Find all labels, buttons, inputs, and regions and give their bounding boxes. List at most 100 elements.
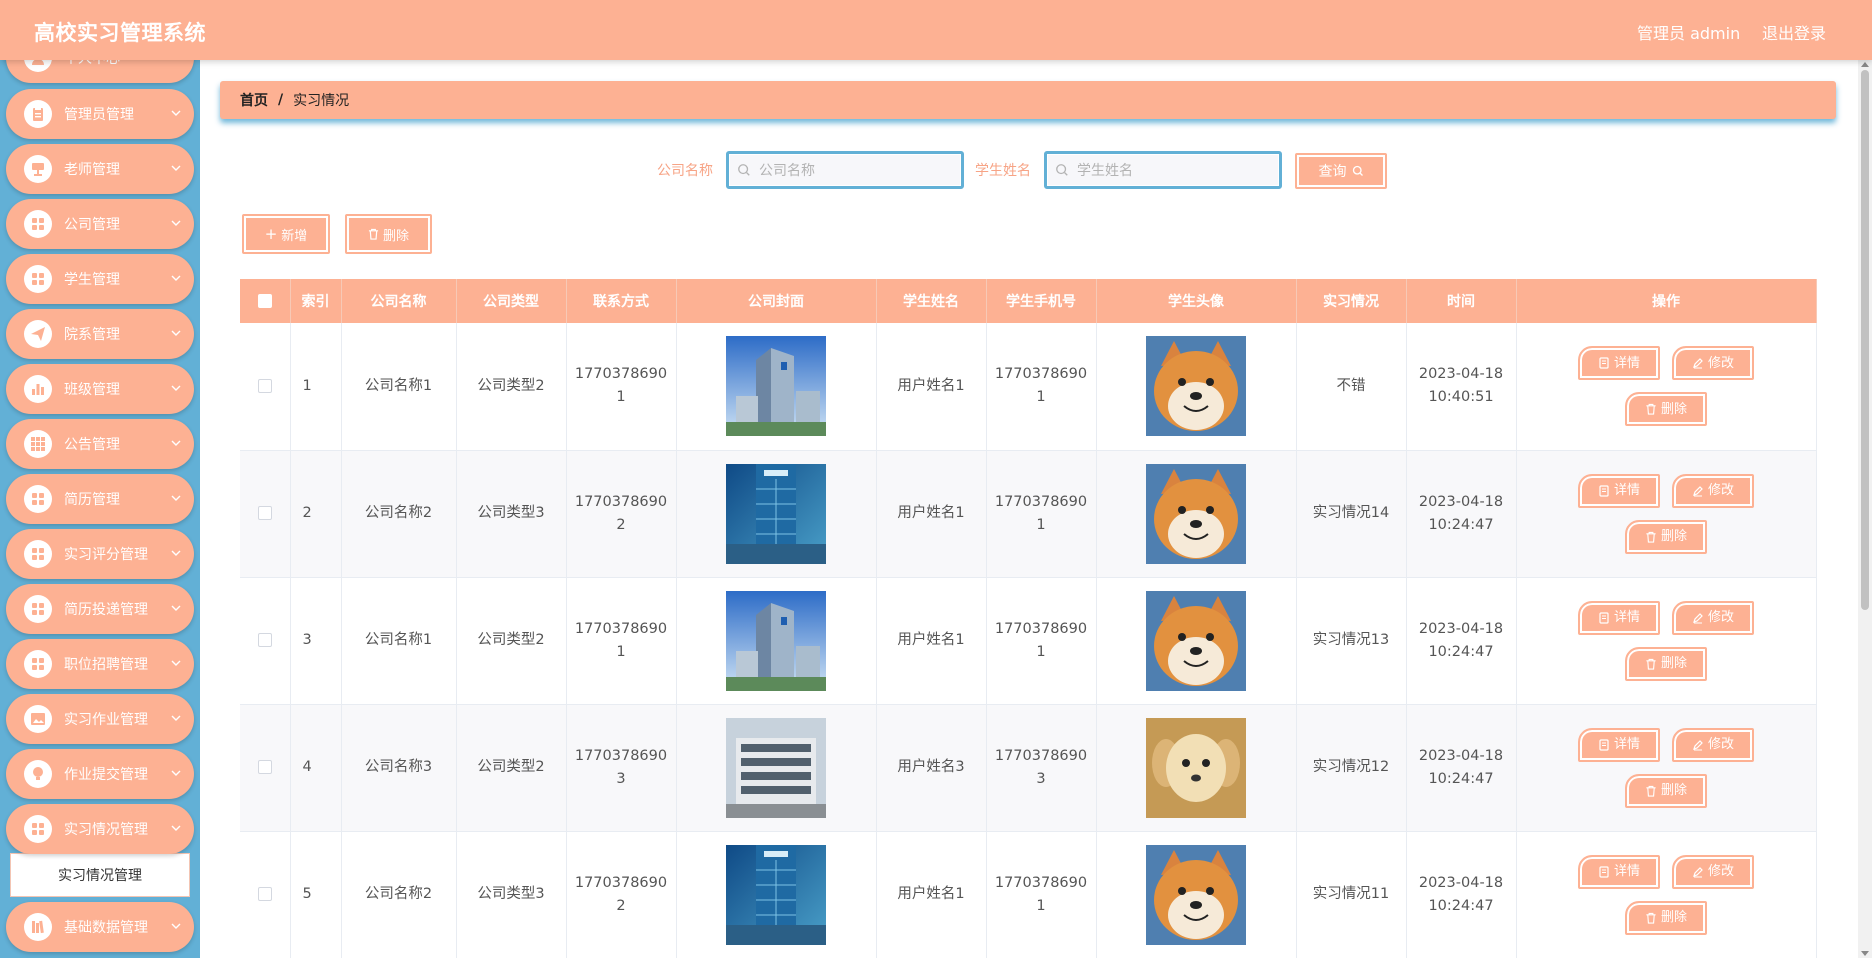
- sidebar-item[interactable]: 公告管理: [6, 419, 194, 469]
- scrollbar-thumb[interactable]: [1861, 70, 1869, 610]
- row-checkbox[interactable]: [257, 760, 272, 774]
- sidebar-item[interactable]: 作业提交管理: [6, 749, 194, 799]
- trash-icon: [1646, 404, 1656, 415]
- company-type-cell: 公司类型3: [456, 450, 567, 578]
- query-button[interactable]: 查询: [1295, 153, 1387, 189]
- sidebar-item[interactable]: 院系管理: [6, 309, 194, 359]
- company-search-field[interactable]: [726, 151, 964, 189]
- detail-button-label: 详情: [1613, 355, 1640, 371]
- student-avatar-image[interactable]: [1146, 717, 1246, 818]
- search-icon: [1352, 165, 1363, 176]
- sidebar-item[interactable]: 职位招聘管理: [6, 639, 194, 689]
- edit-button[interactable]: 修改: [1672, 600, 1754, 635]
- sidebar-item-label: 实习评分管理: [64, 547, 148, 563]
- row-checkbox[interactable]: [257, 633, 272, 647]
- delete-button[interactable]: 删除: [1625, 900, 1707, 935]
- sidebar-item[interactable]: 实习作业管理: [6, 694, 194, 744]
- scroll-up-arrow[interactable]: [1861, 62, 1869, 67]
- bar-chart-icon: [24, 375, 52, 403]
- add-button[interactable]: + 新增: [242, 214, 330, 254]
- sidebar-item[interactable]: 公司管理: [6, 199, 194, 249]
- edit-button-label: 修改: [1707, 864, 1734, 879]
- delete-button[interactable]: 删除: [1625, 392, 1707, 427]
- breadcrumb-home[interactable]: 首页: [240, 90, 268, 110]
- row-select-cell[interactable]: [240, 704, 291, 832]
- row-select-cell[interactable]: [240, 577, 291, 705]
- student-name-cell: 用户姓名1: [876, 577, 987, 705]
- detail-button[interactable]: 详情: [1578, 727, 1660, 762]
- row-checkbox[interactable]: [257, 506, 272, 520]
- select-all-header[interactable]: [240, 279, 291, 323]
- trash-icon: [368, 228, 379, 240]
- company-cover-image[interactable]: [726, 463, 826, 564]
- student-avatar-cell: [1096, 704, 1297, 832]
- delete-button[interactable]: 删除: [1625, 646, 1707, 681]
- student-search-input[interactable]: [1077, 159, 1247, 183]
- edit-button[interactable]: 修改: [1672, 727, 1754, 762]
- grid-icon: [24, 210, 52, 238]
- detail-button[interactable]: 详情: [1578, 600, 1660, 635]
- detail-button[interactable]: 详情: [1578, 854, 1660, 889]
- time-text: 10:24:47: [1428, 516, 1494, 533]
- chevron-down-icon: [171, 715, 181, 721]
- edit-button[interactable]: 修改: [1672, 854, 1754, 889]
- operations-cell: 详情 修改删除: [1516, 323, 1817, 451]
- sidebar-item[interactable]: 管理员管理: [6, 89, 194, 139]
- row-select-cell[interactable]: [240, 323, 291, 451]
- sidebar-item[interactable]: 老师管理: [6, 144, 194, 194]
- company-search-input[interactable]: [759, 159, 929, 183]
- logout-link[interactable]: 退出登录: [1762, 20, 1826, 44]
- sidebar-item[interactable]: 学生管理: [6, 254, 194, 304]
- batch-delete-button[interactable]: 删除: [345, 214, 432, 254]
- company-cover-image[interactable]: [726, 717, 826, 818]
- company-cover-image[interactable]: [726, 590, 826, 691]
- sidebar-item[interactable]: 基础数据管理: [6, 902, 194, 952]
- submenu-item-internship-status-management[interactable]: 实习情况管理: [10, 853, 190, 897]
- delete-button[interactable]: 删除: [1625, 519, 1707, 554]
- company-cover-image[interactable]: [726, 844, 826, 945]
- document-icon: [1599, 865, 1609, 878]
- phone-line-1: 1770378690: [994, 366, 1088, 383]
- student-avatar-image[interactable]: [1146, 844, 1246, 945]
- row-checkbox[interactable]: [257, 887, 272, 901]
- sidebar-item[interactable]: 简历投递管理: [6, 584, 194, 634]
- edit-button-label: 修改: [1707, 737, 1734, 752]
- page-scrollbar[interactable]: [1858, 60, 1872, 958]
- chevron-down-icon: [171, 330, 181, 336]
- sidebar-item[interactable]: 实习情况管理: [6, 804, 194, 854]
- time-cell: 2023-04-18 10:24:47: [1406, 704, 1517, 832]
- sidebar-item[interactable]: 简历管理: [6, 474, 194, 524]
- student-search-field[interactable]: [1044, 151, 1282, 189]
- row-select-cell[interactable]: [240, 831, 291, 958]
- company-cover-cell: [676, 704, 877, 832]
- student-name-cell: 用户姓名3: [876, 704, 987, 832]
- table-row: 2 公司名称2 公司类型3 1770378690 2 用户姓名1 1770378690 1 实习…: [240, 450, 1817, 578]
- edit-button[interactable]: 修改: [1672, 473, 1754, 508]
- time-text: 10:24:47: [1428, 770, 1494, 787]
- scroll-down-arrow[interactable]: [1861, 951, 1869, 956]
- delete-button[interactable]: 删除: [1625, 773, 1707, 808]
- contact-cell: 1770378690 3: [566, 704, 677, 832]
- sidebar-item-label: 实习情况管理: [64, 822, 148, 838]
- student-avatar-image[interactable]: [1146, 590, 1246, 691]
- row-checkbox[interactable]: [257, 378, 272, 393]
- student-phone-cell: 1770378690 1: [986, 323, 1097, 451]
- detail-button[interactable]: 详情: [1578, 473, 1660, 508]
- document-icon: [1599, 357, 1609, 369]
- sidebar-item[interactable]: 班级管理: [6, 364, 194, 414]
- student-avatar-image[interactable]: [1146, 336, 1246, 437]
- select-all-checkbox[interactable]: [257, 294, 272, 308]
- detail-button[interactable]: 详情: [1578, 346, 1660, 381]
- row-select-cell[interactable]: [240, 450, 291, 578]
- company-type-cell: 公司类型2: [456, 704, 567, 832]
- sidebar-item[interactable]: 实习评分管理: [6, 529, 194, 579]
- sidebar-item-label: 公告管理: [64, 437, 120, 453]
- company-cover-image[interactable]: [726, 336, 826, 437]
- edit-button-label: 修改: [1707, 610, 1734, 625]
- column-header: 索引: [290, 279, 342, 323]
- sidebar-item-label: 老师管理: [64, 162, 120, 178]
- internship-status-cell: 实习情况14: [1296, 450, 1407, 578]
- student-avatar-image[interactable]: [1146, 463, 1246, 564]
- edit-button[interactable]: 修改: [1672, 346, 1754, 381]
- clipboard-icon: [24, 100, 52, 128]
